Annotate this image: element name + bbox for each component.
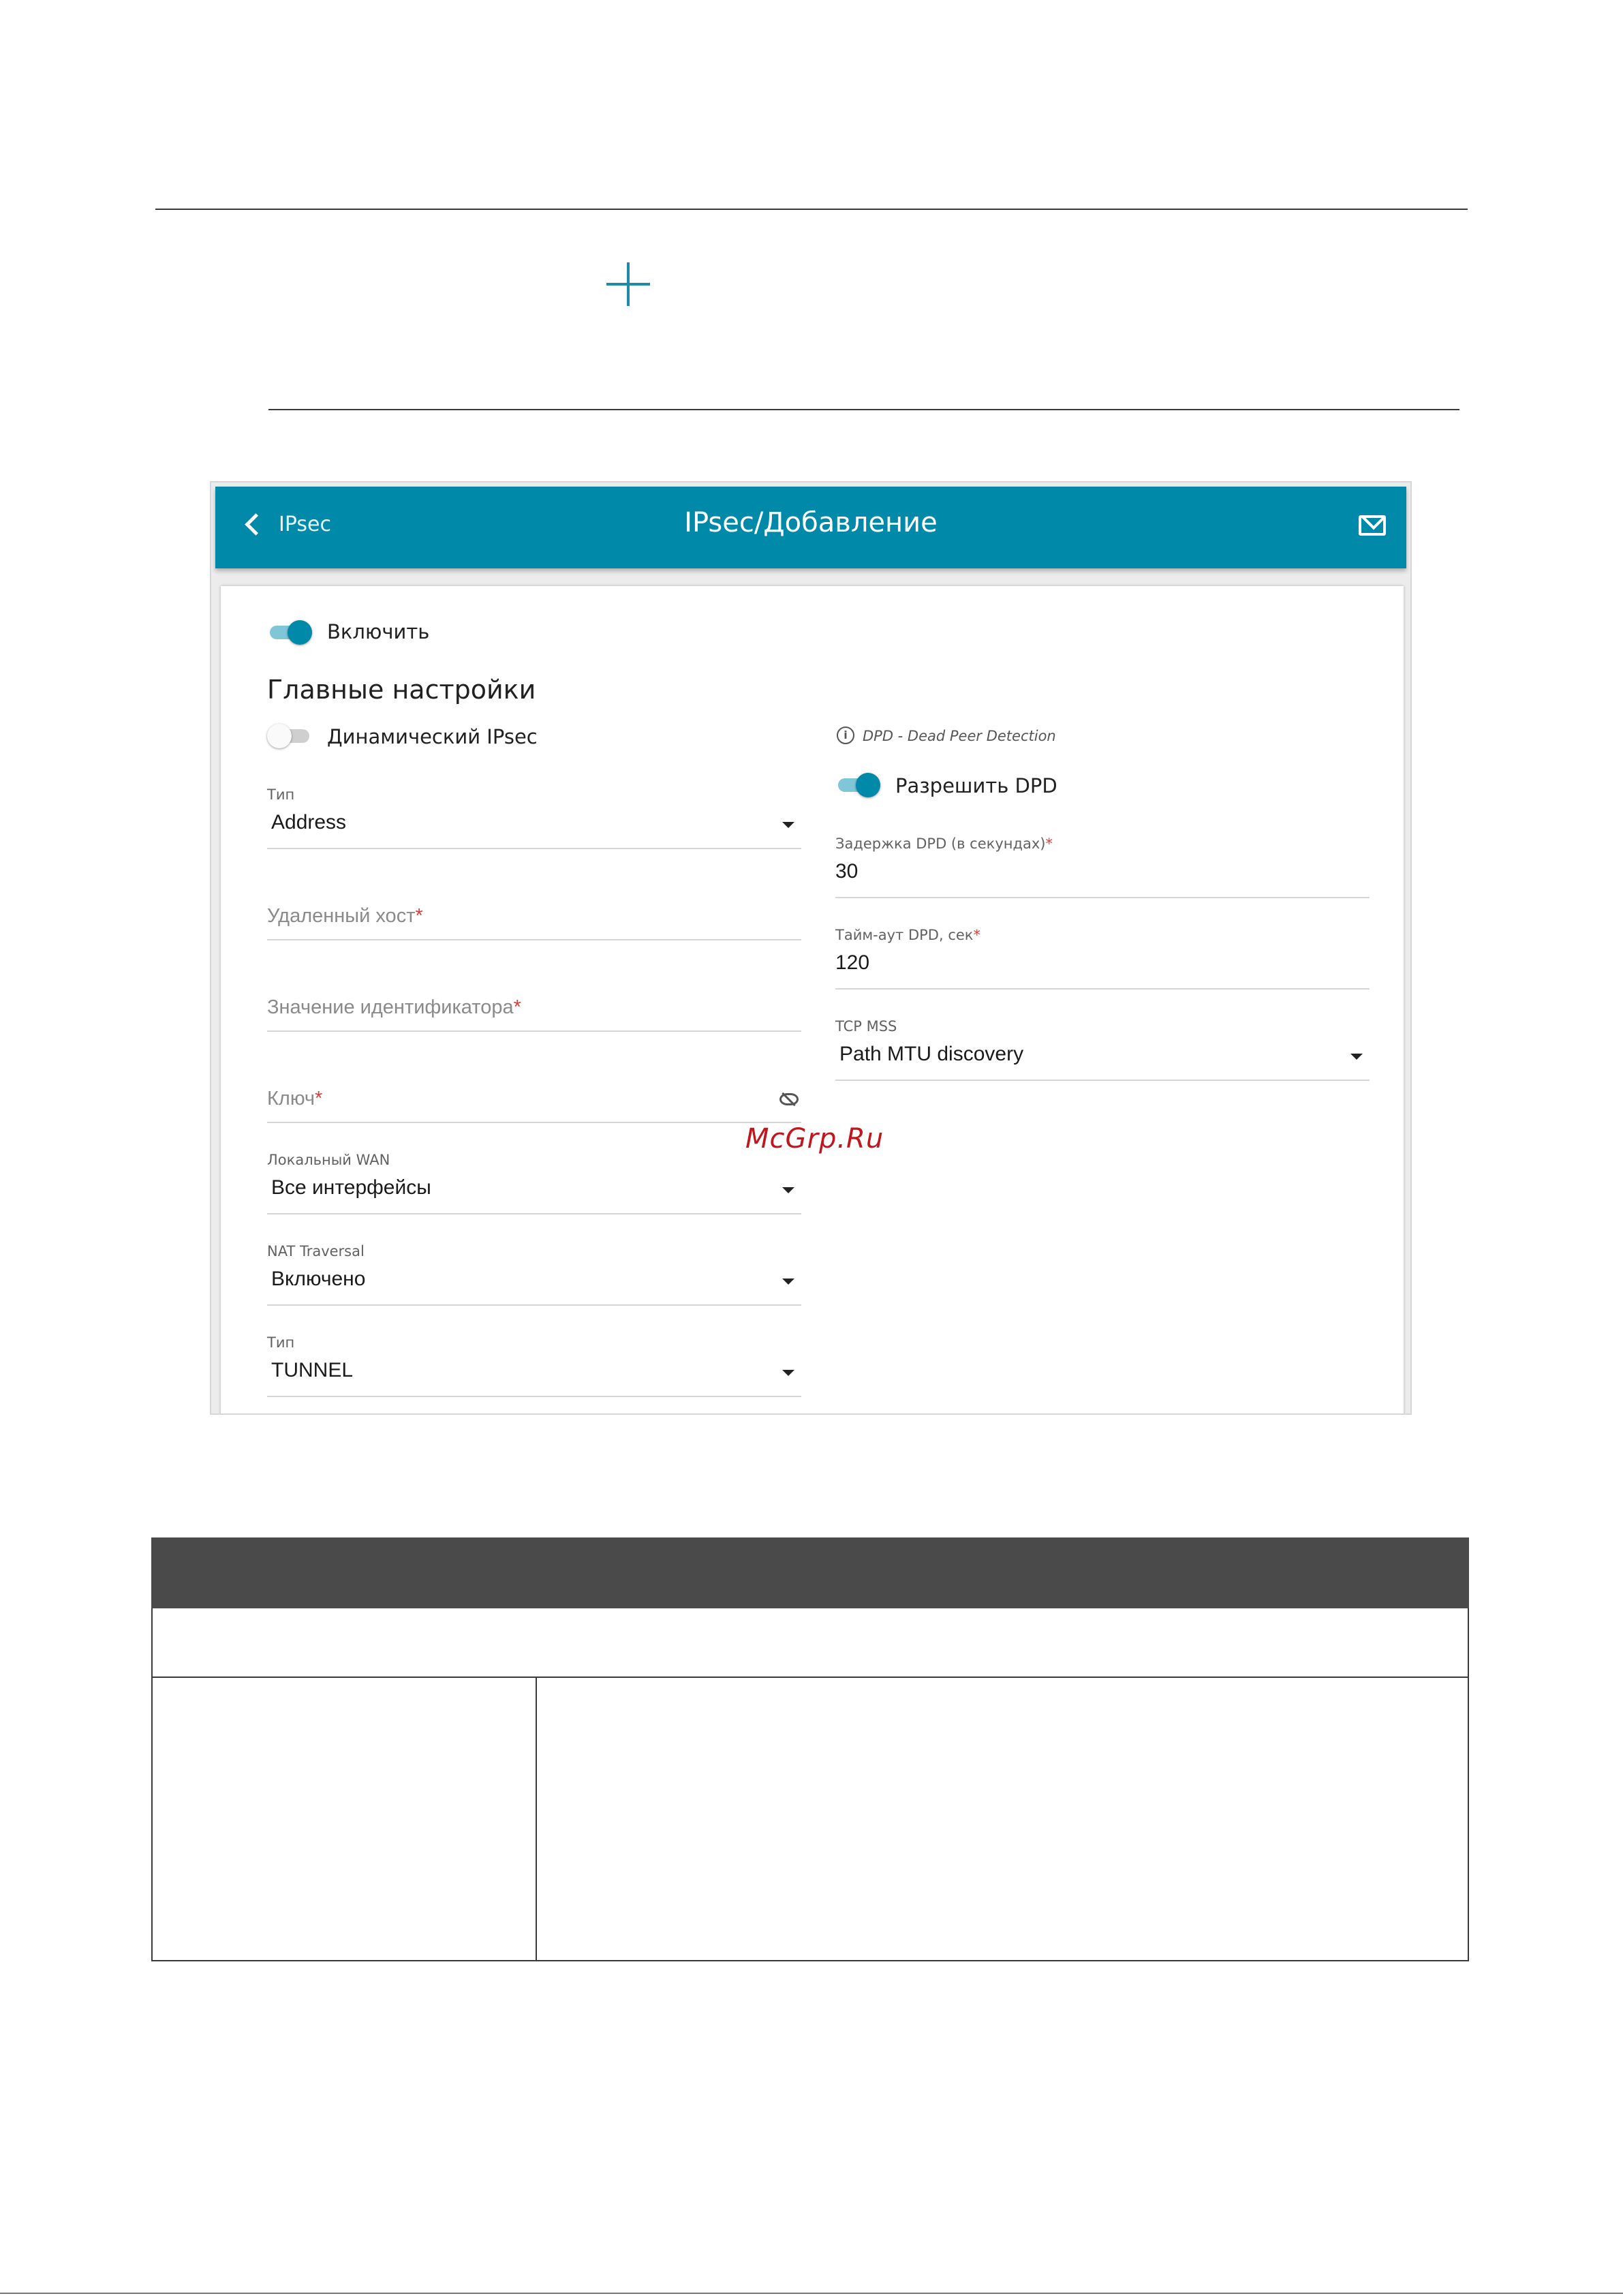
enable-toggle[interactable]	[267, 619, 312, 646]
nat-traversal-value: Включено	[271, 1268, 366, 1290]
type-select[interactable]: Тип Address	[267, 786, 801, 849]
mail-icon[interactable]	[1359, 515, 1386, 536]
nat-traversal-select[interactable]: NAT Traversal Включено	[267, 1243, 801, 1306]
dpd-info-text: DPD - Dead Peer Detection	[863, 728, 1056, 744]
caret-down-icon	[782, 1370, 794, 1376]
key-placeholder: Ключ	[267, 1088, 315, 1109]
required-mark: *	[315, 1088, 323, 1109]
identifier-input[interactable]: Значение идентификатора*	[267, 969, 801, 1032]
watermark: McGrp.Ru	[745, 1123, 884, 1154]
table-header	[151, 1537, 1469, 1608]
top-rule	[155, 209, 1468, 210]
caret-down-icon	[782, 822, 794, 828]
table-row	[151, 1608, 1469, 1678]
second-rule	[268, 409, 1459, 410]
dpd-timeout-value: 120	[835, 951, 870, 974]
dpd-timeout-input[interactable]: Тайм-аут DPD, сек* 120	[835, 927, 1370, 990]
mode-type-label: Тип	[267, 1334, 295, 1351]
app-bar: IPsec IPsec/Добавление	[215, 487, 1406, 568]
toggle-knob	[267, 724, 292, 748]
local-wan-select[interactable]: Локальный WAN Все интерфейсы	[267, 1152, 801, 1214]
type-value: Address	[271, 811, 347, 833]
tcp-mss-select[interactable]: TCP MSS Path MTU discovery	[835, 1018, 1370, 1081]
local-wan-label: Локальный WAN	[267, 1152, 390, 1168]
dpd-timeout-label: Тайм-аут DPD, сек	[835, 927, 974, 943]
caret-down-icon	[1350, 1054, 1363, 1060]
local-wan-value: Все интерфейсы	[271, 1176, 431, 1199]
dpd-enable-toggle[interactable]	[835, 771, 880, 799]
eye-off-icon[interactable]	[779, 1093, 799, 1105]
caret-down-icon	[782, 1187, 794, 1193]
required-mark: *	[973, 927, 980, 943]
page-title: IPsec/Добавление	[684, 507, 938, 538]
plus-icon	[606, 262, 650, 306]
toggle-knob	[288, 620, 312, 645]
remote-host-input[interactable]: Удаленный хост*	[267, 878, 801, 940]
dpd-delay-label: Задержка DPD (в секундах)	[835, 836, 1046, 852]
required-mark: *	[415, 905, 423, 927]
enable-label: Включить	[327, 620, 430, 643]
type-label: Тип	[267, 786, 295, 803]
tcp-mss-value: Path MTU discovery	[839, 1043, 1024, 1065]
column-divider	[536, 1678, 537, 1960]
router-ui-screenshot: IPsec IPsec/Добавление Включить Главные …	[210, 481, 1412, 1415]
mode-type-select[interactable]: Тип TUNNEL	[267, 1334, 801, 1397]
dynamic-ipsec-toggle[interactable]	[267, 722, 312, 750]
settings-card: Включить Главные настройки Динамический …	[221, 586, 1404, 1413]
info-icon: i	[837, 726, 854, 744]
required-mark: *	[513, 996, 521, 1018]
nat-traversal-label: NAT Traversal	[267, 1243, 365, 1259]
toggle-knob	[856, 773, 880, 797]
tcp-mss-label: TCP MSS	[835, 1018, 897, 1035]
dynamic-ipsec-label: Динамический IPsec	[327, 725, 538, 748]
dpd-delay-value: 30	[835, 860, 859, 883]
dpd-delay-input[interactable]: Задержка DPD (в секундах)* 30	[835, 836, 1370, 898]
footer-rule	[0, 2293, 1623, 2294]
dpd-enable-label: Разрешить DPD	[895, 774, 1057, 797]
mode-type-value: TUNNEL	[271, 1359, 354, 1381]
required-mark: *	[1045, 836, 1053, 852]
caret-down-icon	[782, 1279, 794, 1285]
description-table	[151, 1537, 1469, 1963]
section-title: Главные настройки	[267, 675, 536, 705]
remote-host-placeholder: Удаленный хост	[267, 905, 416, 927]
key-input[interactable]: Ключ*	[267, 1060, 801, 1123]
table-row	[151, 1678, 1469, 1961]
identifier-placeholder: Значение идентификатора	[267, 996, 514, 1018]
